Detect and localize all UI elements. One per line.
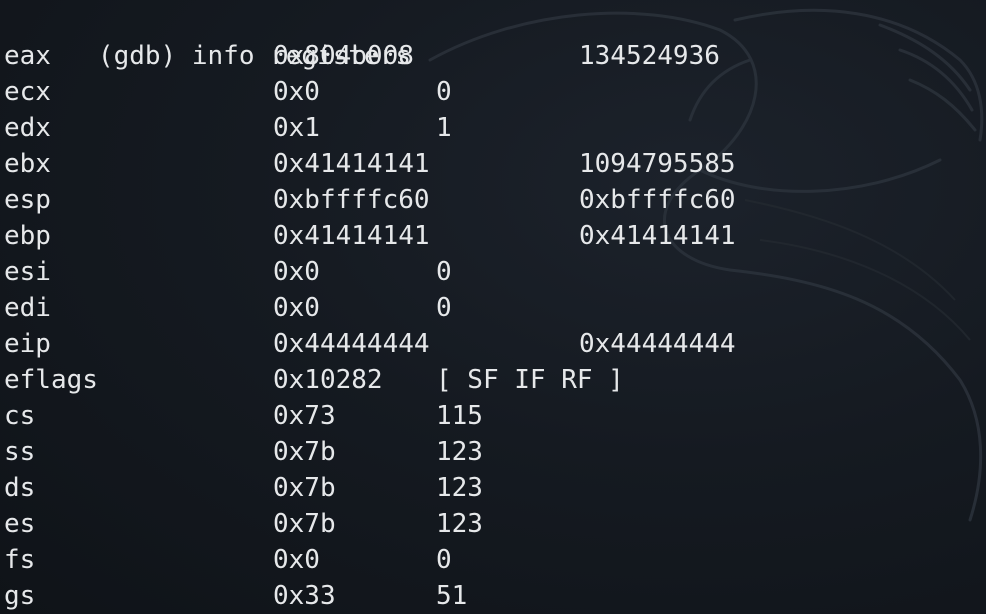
- register-name: ecx: [4, 77, 51, 107]
- register-hex-value: 0x44444444: [273, 329, 430, 359]
- register-natural-value: 0: [436, 257, 452, 287]
- register-hex-value: 0x804b008: [273, 41, 414, 71]
- register-hex-value: 0x33: [273, 581, 336, 611]
- register-natural-value: 1094795585: [579, 149, 736, 179]
- register-natural-value: [ SF IF RF ]: [436, 365, 624, 395]
- register-natural-value: 115: [436, 401, 483, 431]
- register-hex-value: 0x41414141: [273, 221, 430, 251]
- register-hex-value: 0x7b: [273, 437, 336, 467]
- register-name: eip: [4, 329, 51, 359]
- register-hex-value: 0x73: [273, 401, 336, 431]
- register-name: ebp: [4, 221, 51, 251]
- register-name: ebx: [4, 149, 51, 179]
- terminal-window[interactable]: (gdb) info registers eax 0x804b008 1345249…: [0, 0, 986, 614]
- register-name: eflags: [4, 365, 98, 395]
- register-hex-value: 0x10282: [273, 365, 383, 395]
- terminal-output: (gdb) info registers eax 0x804b008 1345249…: [4, 0, 986, 614]
- register-natural-value: 123: [436, 509, 483, 539]
- register-name: fs: [4, 545, 36, 575]
- register-hex-value: 0xbffffc60: [273, 185, 430, 215]
- register-natural-value: 51: [436, 581, 468, 611]
- register-natural-value: 123: [436, 473, 483, 503]
- register-natural-value: 0x41414141: [579, 221, 736, 251]
- register-natural-value: 0: [436, 545, 452, 575]
- register-name: cs: [4, 401, 36, 431]
- register-hex-value: 0x7b: [273, 509, 336, 539]
- gdb-prompt: (gdb): [97, 41, 177, 71]
- register-hex-value: 0x1: [273, 113, 320, 143]
- register-hex-value: 0x0: [273, 293, 320, 323]
- register-name: eax: [4, 41, 51, 71]
- register-hex-value: 0x0: [273, 545, 320, 575]
- register-name: edi: [4, 293, 51, 323]
- register-name: ds: [4, 473, 36, 503]
- register-natural-value: 0x44444444: [579, 329, 736, 359]
- register-natural-value: 134524936: [579, 41, 720, 71]
- register-name: esp: [4, 185, 51, 215]
- register-natural-value: 0xbffffc60: [579, 185, 736, 215]
- register-natural-value: 1: [436, 113, 452, 143]
- register-hex-value: 0x0: [273, 77, 320, 107]
- register-hex-value: 0x0: [273, 257, 320, 287]
- register-natural-value: 0: [436, 77, 452, 107]
- register-name: gs: [4, 581, 36, 611]
- register-name: esi: [4, 257, 51, 287]
- register-name: ss: [4, 437, 36, 467]
- register-name: es: [4, 509, 36, 539]
- register-hex-value: 0x7b: [273, 473, 336, 503]
- register-name: edx: [4, 113, 51, 143]
- register-hex-value: 0x41414141: [273, 149, 430, 179]
- register-natural-value: 0: [436, 293, 452, 323]
- command-line: (gdb) info registers: [4, 2, 411, 71]
- register-natural-value: 123: [436, 437, 483, 467]
